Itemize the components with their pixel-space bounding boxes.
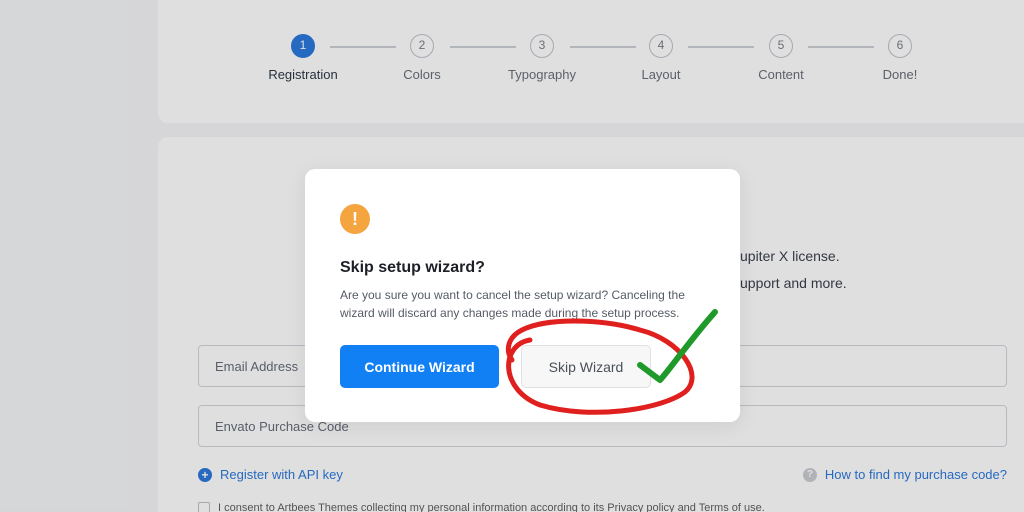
dialog-title: Skip setup wizard? (340, 259, 485, 276)
warning-icon: ! (340, 204, 370, 234)
skip-wizard-button[interactable]: Skip Wizard (521, 345, 651, 388)
dialog-message: Are you sure you want to cancel the setu… (340, 288, 685, 320)
skip-wizard-dialog: ! Skip setup wizard? Are you sure you wa… (305, 169, 740, 422)
continue-wizard-button[interactable]: Continue Wizard (340, 345, 499, 388)
